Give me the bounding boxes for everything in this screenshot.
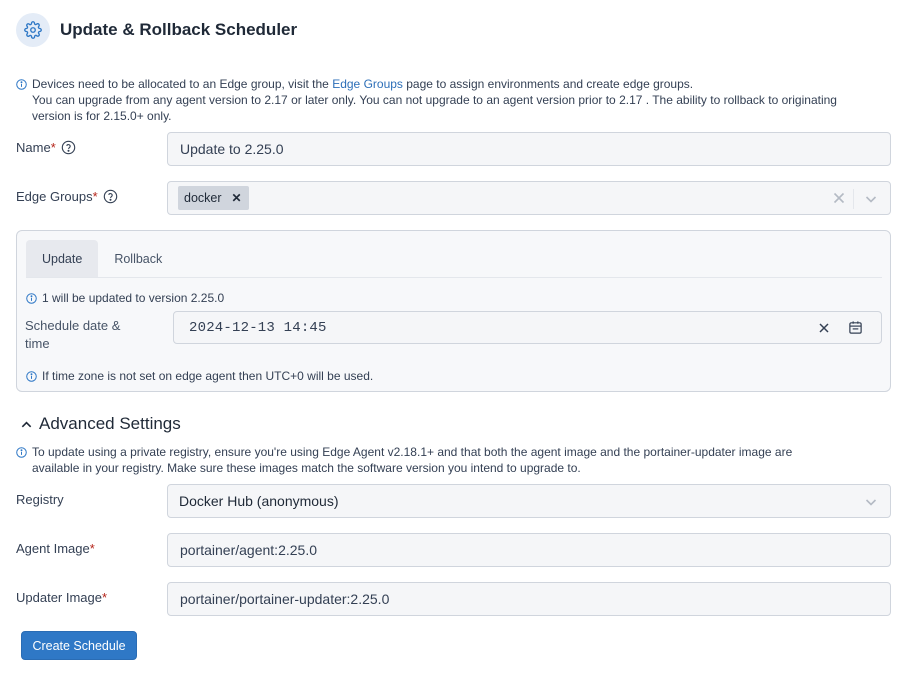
update-count-text: 1 will be updated to version 2.25.0 xyxy=(42,291,225,305)
info-icon xyxy=(26,370,37,382)
chevron-down-icon[interactable] xyxy=(864,495,878,509)
create-schedule-button[interactable]: Create Schedule xyxy=(21,631,137,660)
tab-update[interactable]: Update xyxy=(26,240,99,277)
advanced-settings-toggle[interactable]: Advanced Settings xyxy=(20,414,181,434)
schedule-datetime-input[interactable]: 2024-12-13 14:45 xyxy=(173,311,882,344)
schedule-tabs: Update Rollback xyxy=(26,240,882,278)
edge-group-notice: Devices need to be allocated to an Edge … xyxy=(16,76,896,124)
updater-image-input[interactable]: portainer/portainer-updater:2.25.0 xyxy=(167,582,891,616)
schedule-panel: Update Rollback 1 will be updated to ver… xyxy=(16,230,891,392)
clear-date-icon[interactable] xyxy=(817,321,831,335)
name-label: Name * xyxy=(16,140,76,155)
remove-tag-icon[interactable]: ✕ xyxy=(232,191,242,205)
registry-info-text-2: available in your registry. Make sure th… xyxy=(32,461,581,475)
tab-rollback[interactable]: Rollback xyxy=(98,240,178,277)
update-count-info: 1 will be updated to version 2.25.0 xyxy=(26,290,224,306)
info-icon xyxy=(16,446,27,458)
page-header: Update & Rollback Scheduler xyxy=(16,12,297,47)
agent-image-label: Agent Image * xyxy=(16,541,95,556)
name-input[interactable]: Update to 2.25.0 xyxy=(167,132,891,166)
calendar-icon[interactable] xyxy=(848,320,863,335)
gear-icon xyxy=(16,12,50,47)
chevron-down-icon[interactable] xyxy=(864,192,878,206)
notice-text-suffix: page to assign environments and create e… xyxy=(402,77,694,91)
timezone-text: If time zone is not set on edge agent th… xyxy=(42,369,374,383)
registry-select[interactable]: Docker Hub (anonymous) xyxy=(167,484,891,518)
schedule-datetime-value: 2024-12-13 14:45 xyxy=(189,319,327,336)
info-icon xyxy=(26,292,37,304)
notice-text: Devices need to be allocated to an Edge … xyxy=(32,77,333,91)
edge-groups-multiselect[interactable]: docker ✕ xyxy=(167,181,891,215)
select-separator xyxy=(853,189,854,209)
chevron-up-icon xyxy=(21,421,32,427)
registry-info: To update using a private registry, ensu… xyxy=(16,444,896,476)
notice-rollback-text: version is for 2.15.0+ only. xyxy=(32,109,172,123)
timezone-info: If time zone is not set on edge agent th… xyxy=(26,368,373,384)
edge-groups-link[interactable]: Edge Groups xyxy=(332,77,403,91)
registry-info-text: To update using a private registry, ensu… xyxy=(32,445,793,459)
help-icon[interactable] xyxy=(61,140,76,155)
updater-image-label: Updater Image * xyxy=(16,590,108,605)
registry-label: Registry xyxy=(16,492,64,507)
edge-groups-label: Edge Groups * xyxy=(16,189,118,204)
help-icon[interactable] xyxy=(103,189,118,204)
schedule-datetime-label: Schedule date & time xyxy=(25,318,121,351)
page-title: Update & Rollback Scheduler xyxy=(60,19,298,39)
agent-image-input[interactable]: portainer/agent:2.25.0 xyxy=(167,533,891,567)
info-icon xyxy=(16,78,27,90)
clear-icon[interactable] xyxy=(832,191,846,205)
edge-group-tag-label: docker xyxy=(184,191,222,205)
registry-selected-value: Docker Hub (anonymous) xyxy=(179,493,339,509)
edge-group-tag: docker ✕ xyxy=(178,186,249,210)
notice-version-text: You can upgrade from any agent version t… xyxy=(32,93,837,107)
advanced-settings-title: Advanced Settings xyxy=(39,414,181,433)
